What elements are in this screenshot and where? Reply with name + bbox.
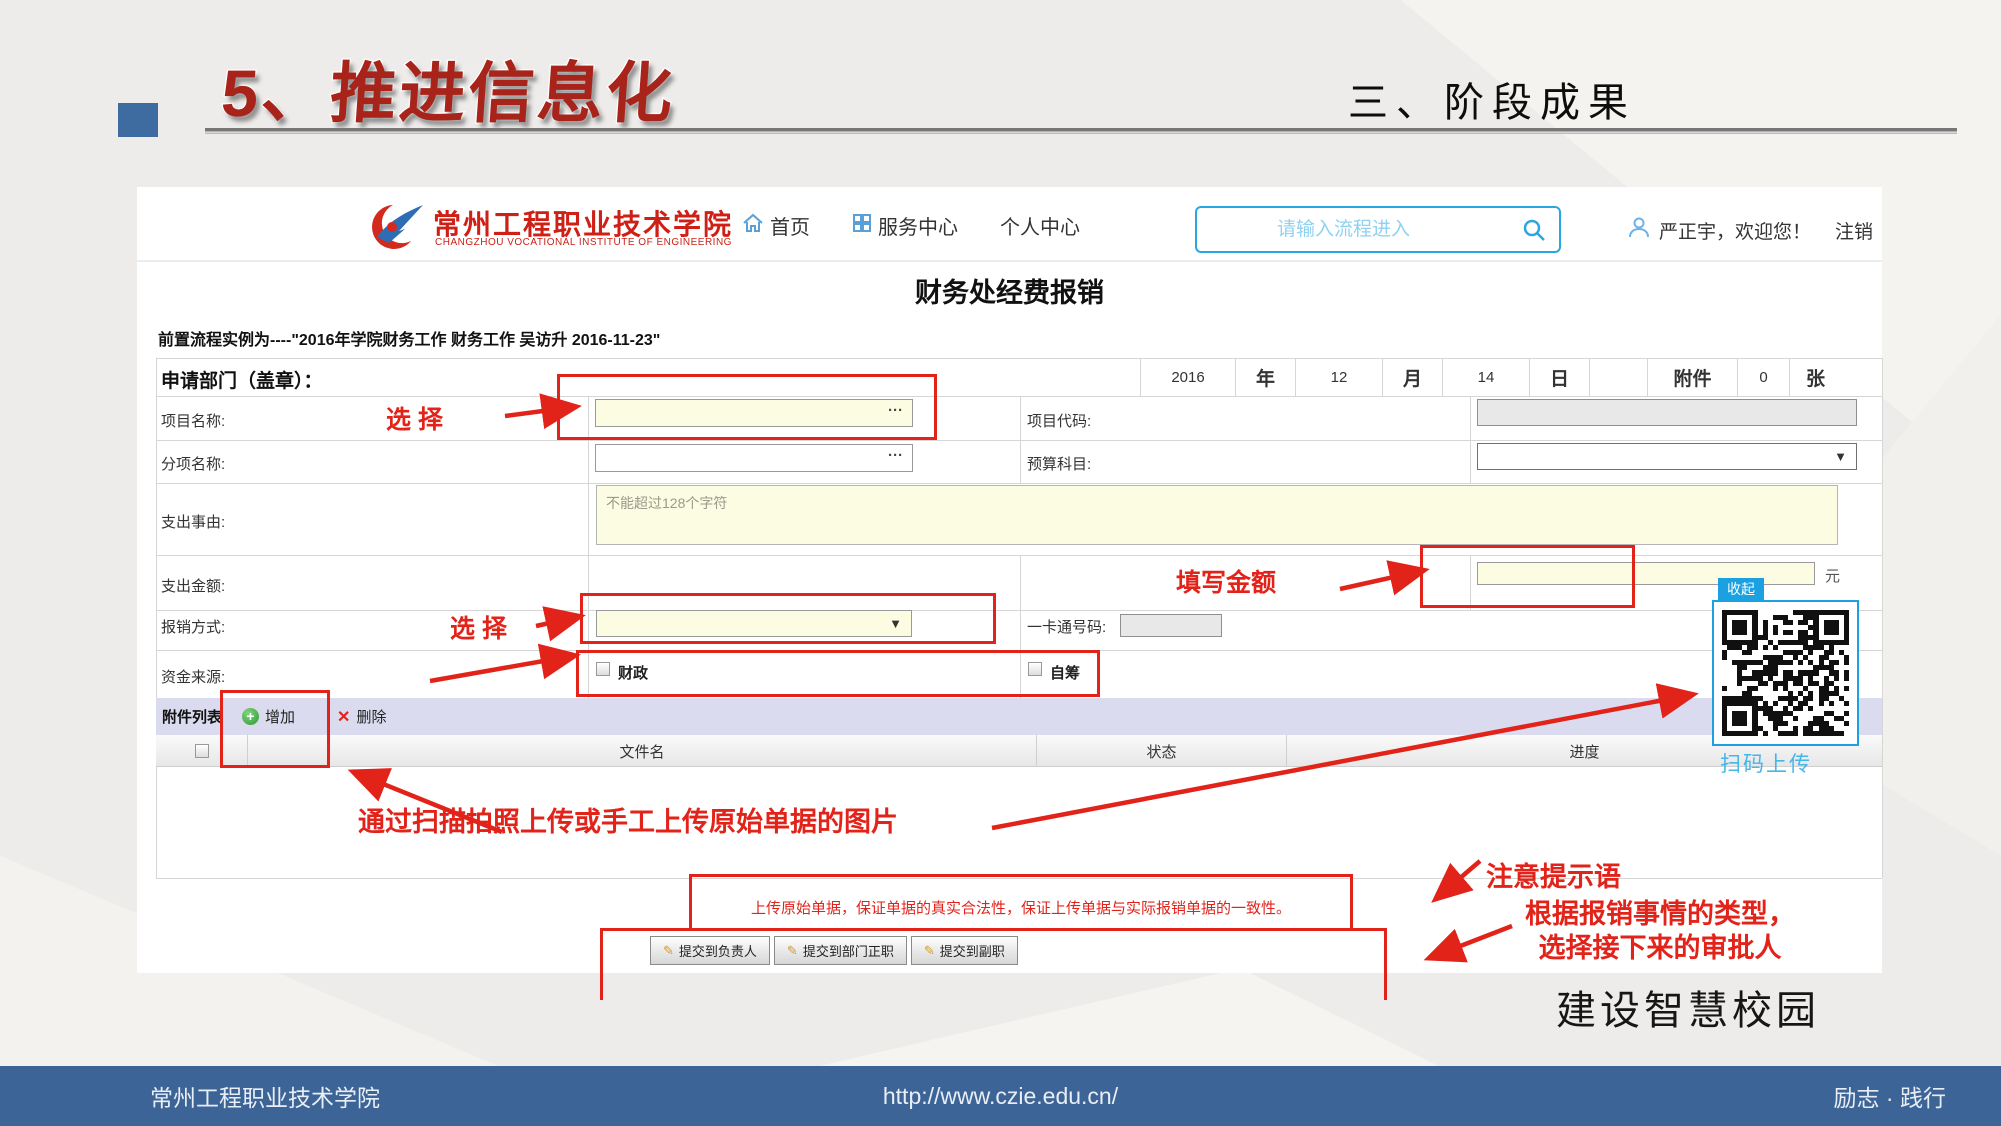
reimburse-method-label: 报销方式: (161, 616, 225, 637)
project-code-input (1477, 399, 1857, 426)
budget-subject-label: 预算科目: (1027, 453, 1091, 474)
date-year-unit: 年 (1235, 358, 1295, 396)
attachment-toolbar: 附件列表 + 增加 ✕ 删除 (156, 698, 1882, 735)
delete-attachment-button[interactable]: ✕ 删除 (337, 706, 386, 727)
table-left-border (156, 358, 157, 878)
date-month-value: 12 (1295, 358, 1382, 396)
annotation-box-amount (1420, 545, 1635, 608)
date-row: 2016 年 12 月 14 日 附件 0 张 (1140, 358, 1882, 396)
row-border (156, 440, 1882, 441)
annotation-approver: 根据报销事情的类型， 选择接下来的审批人 (1460, 898, 1860, 966)
attach-count: 0 (1737, 358, 1789, 396)
qr-upload-panel (1712, 600, 1859, 746)
nav-service-center[interactable]: 服务中心 (852, 211, 958, 240)
user-icon (1627, 215, 1651, 245)
picker-ellipsis-icon[interactable]: ··· (888, 447, 903, 464)
attach-unit: 张 (1789, 358, 1882, 396)
date-month-unit: 月 (1382, 358, 1442, 396)
project-code-label: 项目代码: (1027, 410, 1091, 431)
col-status: 状态 (1037, 735, 1287, 767)
expense-amount-label: 支出金额: (161, 575, 225, 596)
annotation-upload-note: 通过扫描拍照上传或手工上传原始单据的图片 (358, 800, 898, 839)
chevron-down-icon: ▼ (1834, 449, 1847, 464)
amount-unit-label: 元 (1825, 565, 1840, 586)
slide-caption: 建设智慧校园 (1556, 978, 1820, 1036)
nav-home[interactable]: 首页 (742, 211, 810, 240)
user-bar: 严正宇，欢迎您！ 注销 (1627, 215, 1873, 245)
slide-title: 5、推进信息化 (219, 40, 679, 136)
nav-service-label: 服务中心 (878, 211, 958, 240)
school-logo-icon (365, 203, 427, 256)
row-border (156, 483, 1882, 484)
preflow-instance-text: 前置流程实例为----"2016年学院财务工作 财务工作 吴访升 2016-11… (158, 326, 660, 350)
date-day-unit: 日 (1529, 358, 1589, 396)
form-title: 财务处经费报销 (137, 271, 1882, 310)
card-number-input (1120, 614, 1222, 637)
project-name-label: 项目名称: (161, 410, 225, 431)
annotation-box-buttons (600, 928, 1387, 1000)
home-icon (742, 213, 764, 239)
annotation-notice: 注意提示语 (1486, 855, 1621, 894)
expense-reason-label: 支出事由: (161, 511, 225, 532)
col-divider (1470, 396, 1471, 483)
main-nav: 首页 服务中心 个人中心 (742, 211, 1080, 240)
table-right-border (1882, 358, 1883, 878)
annotation-select-2: 选 择 (450, 609, 507, 645)
row-border (156, 396, 1882, 397)
annotation-approver-line1: 根据报销事情的类型， (1460, 898, 1860, 932)
nav-personal-center[interactable]: 个人中心 (1000, 211, 1080, 240)
search-input[interactable] (1197, 208, 1559, 251)
qr-collapse-tab[interactable]: 收起 (1718, 578, 1764, 601)
sub-name-label: 分项名称: (161, 453, 225, 474)
delete-attachment-label: 删除 (356, 706, 386, 727)
attachment-table-header: 文件名 状态 进度 (156, 735, 1882, 767)
qr-scan-label: 扫码上传 (1720, 748, 1812, 778)
header-divider (137, 260, 1882, 262)
user-greeting: 严正宇，欢迎您！ (1659, 217, 1811, 244)
nav-home-label: 首页 (770, 211, 810, 240)
footer-bar: 常州工程职业技术学院 http://www.czie.edu.cn/ 励志 · … (0, 1066, 2001, 1126)
title-accent-square (118, 103, 158, 137)
x-delete-icon: ✕ (337, 707, 350, 727)
annotation-approver-line2: 选择接下来的审批人 (1460, 932, 1860, 966)
annotation-fill-amount: 填写金额 (1176, 563, 1276, 599)
card-number-label: 一卡通号码: (1027, 616, 1106, 637)
row-border (156, 610, 1882, 611)
annotation-box-prompt (689, 874, 1353, 931)
slide: 5、推进信息化 三、阶段成果 常州工程职业技术学院 CHANGZHOU VOCA… (0, 0, 2001, 1126)
date-spacer-cell (1589, 358, 1647, 396)
title-divider (205, 128, 1957, 134)
qr-code-image (1722, 610, 1849, 736)
date-day-value: 14 (1442, 358, 1529, 396)
annotation-box-reimburse-method (580, 593, 996, 644)
footer-url: http://www.czie.edu.cn/ (0, 1083, 2001, 1110)
logout-link[interactable]: 注销 (1835, 217, 1873, 244)
expense-reason-textarea[interactable] (597, 486, 1837, 544)
search-icon[interactable] (1521, 217, 1547, 248)
attach-label: 附件 (1647, 358, 1737, 396)
flow-search-box (1195, 206, 1561, 253)
nav-personal-label: 个人中心 (1000, 211, 1080, 240)
grid-icon (852, 213, 872, 239)
col-divider (1020, 396, 1021, 483)
sub-name-input[interactable]: ··· (595, 444, 913, 472)
fund-source-label: 资金来源: (161, 666, 225, 687)
annotation-box-add-button (220, 690, 330, 768)
annotation-box-fund-source (576, 650, 1100, 697)
select-all-checkbox[interactable] (195, 744, 209, 758)
expense-reason-field (596, 485, 1838, 545)
dept-stamp-label: 申请部门（盖章）： (161, 366, 323, 393)
attachment-list-title: 附件列表 (162, 706, 222, 727)
footer-motto: 励志 · 践行 (1834, 1079, 1946, 1113)
section-label: 三、阶段成果 (1348, 70, 1636, 128)
date-year-value: 2016 (1140, 358, 1235, 396)
budget-subject-select[interactable]: ▼ (1477, 443, 1857, 470)
school-logo-english: CHANGZHOU VOCATIONAL INSTITUTE OF ENGINE… (435, 237, 732, 248)
col-filename: 文件名 (248, 735, 1037, 767)
annotation-select-1: 选 择 (386, 400, 443, 436)
annotation-box-project-name (557, 374, 937, 440)
